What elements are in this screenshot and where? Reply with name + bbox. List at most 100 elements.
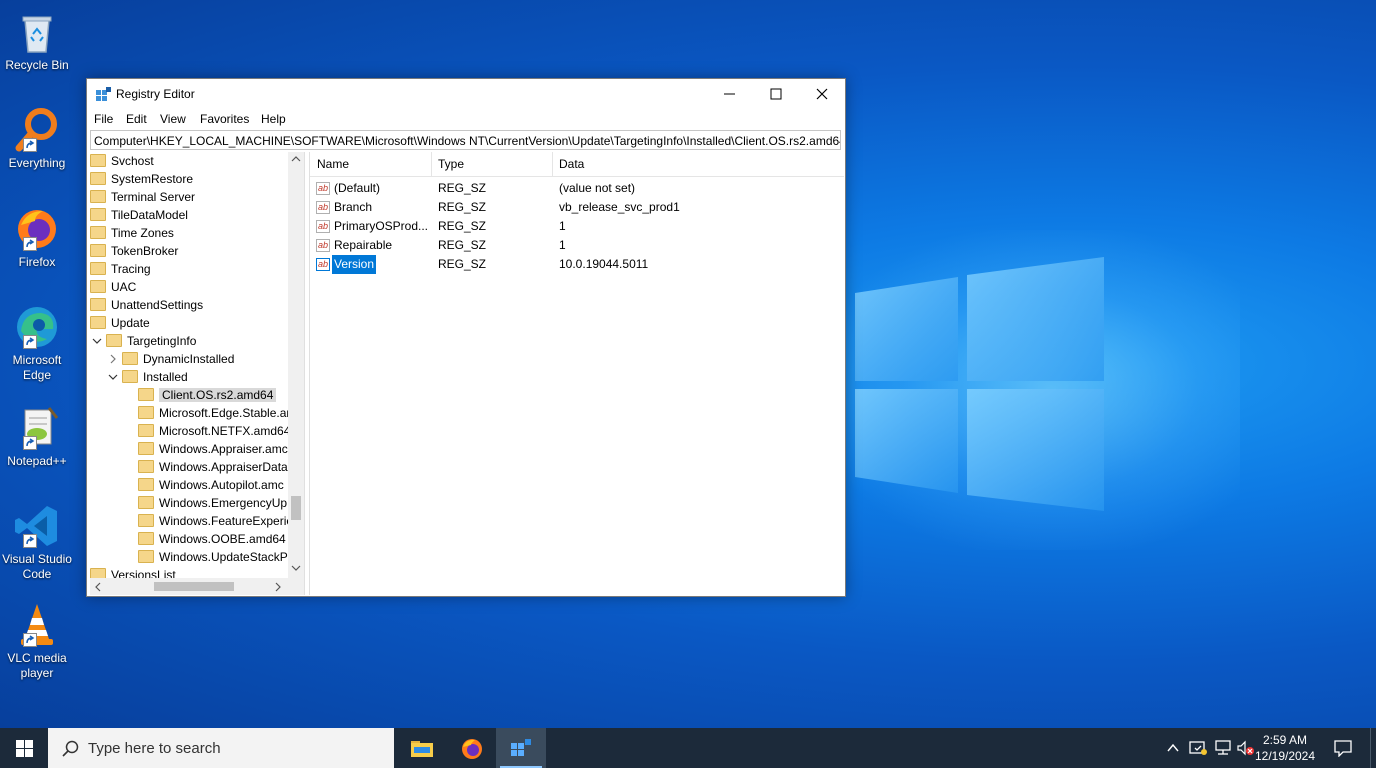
network-icon[interactable]: [1214, 740, 1232, 756]
desktop-icon-firefox[interactable]: Firefox: [0, 205, 74, 270]
menu-file[interactable]: File: [94, 112, 113, 126]
tree-item[interactable]: TargetingInfo: [106, 332, 196, 350]
tree-item[interactable]: Installed: [122, 368, 188, 386]
tree-item[interactable]: Microsoft.NETFX.amd64: [138, 422, 290, 440]
search-placeholder: Type here to search: [88, 740, 221, 757]
tree-item-label: Windows.EmergencyUp: [159, 496, 288, 510]
value-row[interactable]: ab (Default) REG_SZ (value not set): [310, 179, 844, 198]
taskbar-file-explorer[interactable]: [397, 728, 447, 768]
value-row[interactable]: ab Branch REG_SZ vb_release_svc_prod1: [310, 198, 844, 217]
tree-item[interactable]: Windows.Appraiser.amc: [138, 440, 288, 458]
tree-item-label: TargetingInfo: [127, 334, 197, 348]
tree-item[interactable]: Windows.Autopilot.amc: [138, 476, 284, 494]
shortcut-arrow-icon: [23, 335, 37, 349]
menu-edit[interactable]: Edit: [126, 112, 147, 126]
list-header: Name Type Data: [310, 152, 844, 177]
tree-item-selected[interactable]: Client.OS.rs2.amd64: [138, 386, 277, 404]
folder-icon: [90, 172, 106, 186]
tree-item[interactable]: DynamicInstalled: [122, 350, 234, 368]
tree-item[interactable]: Update: [90, 314, 150, 332]
registry-editor-icon: [511, 739, 531, 756]
start-button[interactable]: [0, 728, 48, 768]
tree-item[interactable]: Windows.UpdateStackPa: [138, 548, 294, 566]
menu-view[interactable]: View: [160, 112, 186, 126]
value-row[interactable]: ab Repairable REG_SZ 1: [310, 236, 844, 255]
taskbar-firefox[interactable]: [447, 728, 497, 768]
value-data: (value not set): [559, 181, 636, 195]
tree-item-label: UnattendSettings: [111, 298, 204, 312]
tree-item[interactable]: SystemRestore: [90, 170, 193, 188]
string-value-icon: ab: [316, 239, 330, 252]
tree-vertical-scrollbar[interactable]: [288, 152, 304, 578]
tree-item-label: Windows.AppraiserData: [159, 460, 288, 474]
scroll-up-icon[interactable]: [291, 155, 301, 163]
scroll-down-icon[interactable]: [291, 564, 301, 572]
menu-help[interactable]: Help: [261, 112, 286, 126]
maximize-button[interactable]: [753, 79, 799, 109]
tree-item[interactable]: Microsoft.Edge.Stable.ar: [138, 404, 290, 422]
taskbar-registry-editor[interactable]: [496, 728, 546, 768]
desktop-icon-notepad-plus-plus[interactable]: Notepad++: [0, 404, 74, 469]
notifications-icon[interactable]: [1334, 739, 1352, 757]
tree-item[interactable]: UnattendSettings: [90, 296, 203, 314]
scroll-left-icon[interactable]: [94, 582, 102, 592]
vscode-icon: [13, 502, 61, 550]
folder-icon: [138, 532, 154, 546]
value-name: Repairable: [334, 238, 393, 252]
desktop-icon-vscode[interactable]: Visual Studio Code: [0, 502, 74, 582]
string-value-icon: ab: [316, 201, 330, 214]
chevron-down-icon[interactable]: [92, 336, 102, 346]
tree-horizontal-scrollbar[interactable]: [90, 578, 304, 595]
tree-item-label: UAC: [111, 280, 137, 294]
close-button[interactable]: [799, 79, 845, 109]
tree-item[interactable]: Windows.FeatureExperie: [138, 512, 293, 530]
taskbar-clock[interactable]: 2:59 AM 12/19/2024: [1252, 732, 1318, 764]
tree-item[interactable]: Svchost: [90, 152, 154, 170]
tree-item[interactable]: Windows.AppraiserData: [138, 458, 288, 476]
chevron-right-icon[interactable]: [108, 354, 118, 364]
value-row[interactable]: ab PrimaryOSProd... REG_SZ 1: [310, 217, 844, 236]
file-explorer-icon: [411, 741, 433, 757]
registry-editor-icon: [96, 87, 111, 101]
title-bar[interactable]: Registry Editor: [87, 79, 845, 109]
column-header-data[interactable]: Data: [559, 157, 584, 171]
everything-search-icon: [13, 106, 61, 154]
desktop-icon-label: Microsoft Edge: [12, 353, 62, 382]
taskbar-search-box[interactable]: Type here to search: [48, 728, 394, 768]
tree-item[interactable]: Windows.OOBE.amd64: [138, 530, 286, 548]
tree-item-label: Svchost: [111, 154, 154, 168]
address-bar[interactable]: Computer\HKEY_LOCAL_MACHINE\SOFTWARE\Mic…: [90, 130, 841, 150]
chevron-down-icon[interactable]: [108, 372, 118, 382]
column-header-name[interactable]: Name: [317, 157, 349, 171]
menu-favorites[interactable]: Favorites: [200, 112, 249, 126]
value-type: REG_SZ: [438, 257, 487, 271]
shortcut-arrow-icon: [23, 138, 37, 152]
desktop-icon-recycle-bin[interactable]: Recycle Bin: [0, 8, 74, 73]
security-center-icon[interactable]: [1189, 740, 1207, 756]
tree-item[interactable]: Terminal Server: [90, 188, 195, 206]
scrollbar-thumb[interactable]: [154, 582, 234, 591]
minimize-button[interactable]: [707, 79, 753, 109]
folder-icon: [90, 298, 106, 312]
show-desktop-button[interactable]: [1370, 728, 1376, 768]
value-row-selected[interactable]: ab Version REG_SZ 10.0.19044.5011: [310, 255, 844, 274]
tree-item[interactable]: TokenBroker: [90, 242, 178, 260]
scrollbar-thumb[interactable]: [291, 496, 301, 520]
desktop-icon-label: Visual Studio Code: [2, 552, 72, 581]
tree-item[interactable]: TileDataModel: [90, 206, 188, 224]
tree-item[interactable]: Windows.EmergencyUp: [138, 494, 287, 512]
column-header-type[interactable]: Type: [438, 157, 464, 171]
tree-item[interactable]: UAC: [90, 278, 136, 296]
string-value-icon: ab: [316, 258, 330, 271]
windows-logo-wallpaper: [855, 257, 1104, 511]
tree-item[interactable]: Time Zones: [90, 224, 174, 242]
show-hidden-icons-chevron-icon[interactable]: [1166, 742, 1180, 754]
tree-item[interactable]: Tracing: [90, 260, 151, 278]
folder-icon: [90, 154, 106, 168]
recycle-bin-icon: [13, 8, 61, 56]
desktop-icon-microsoft-edge[interactable]: Microsoft Edge: [0, 303, 74, 383]
desktop-icon-vlc[interactable]: VLC media player: [0, 601, 74, 681]
value-type: REG_SZ: [438, 238, 487, 252]
scroll-right-icon[interactable]: [274, 582, 282, 592]
desktop-icon-everything[interactable]: Everything: [0, 106, 74, 171]
